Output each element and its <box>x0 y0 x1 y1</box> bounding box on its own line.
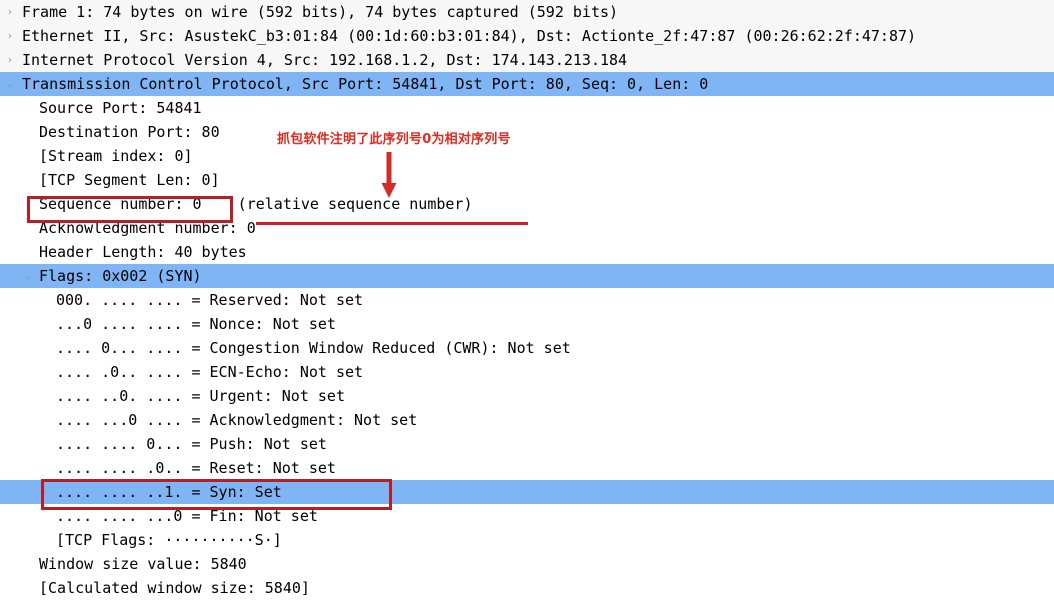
chevron-right-icon[interactable]: › <box>38 480 52 504</box>
tree-row-label-calculated-window-size: [Calculated window size: 5840] <box>39 579 310 597</box>
tree-row-flag-cwr[interactable]: .... 0... .... = Congestion Window Reduc… <box>0 336 1054 360</box>
tree-row-ethernet[interactable]: › Ethernet II, Src: AsustekC_b3:01:84 (00… <box>0 24 1054 48</box>
chevron-right-icon[interactable]: › <box>3 0 17 24</box>
chevron-down-icon[interactable]: ⌄ <box>3 72 17 96</box>
tree-row-label-flag-nonce: ...0 .... .... = Nonce: Not set <box>56 315 336 333</box>
tree-row-label-acknowledgment-number: Acknowledgment number: 0 <box>39 219 256 237</box>
tree-row-label-header-length: Header Length: 40 bytes <box>39 243 247 261</box>
tree-row-label-flag-reserved: 000. .... .... = Reserved: Not set <box>56 291 364 309</box>
tree-row-ipv4[interactable]: › Internet Protocol Version 4, Src: 192.1… <box>0 48 1054 72</box>
tree-row-flag-reserved[interactable]: 000. .... .... = Reserved: Not set <box>0 288 1054 312</box>
tree-row-header-length[interactable]: Header Length: 40 bytes <box>0 240 1054 264</box>
tree-row-label-ipv4: Internet Protocol Version 4, Src: 192.16… <box>22 51 628 69</box>
tree-row-flag-urgent[interactable]: .... ..0. .... = Urgent: Not set <box>0 384 1054 408</box>
tree-row-window-size-value[interactable]: Window size value: 5840 <box>0 552 1054 576</box>
tree-row-label-destination-port: Destination Port: 80 <box>39 123 220 141</box>
chevron-right-icon[interactable]: › <box>3 24 17 48</box>
tree-row-label-source-port: Source Port: 54841 <box>39 99 202 117</box>
tree-row-label-flag-fin: .... .... ...0 = Fin: Not set <box>56 507 318 525</box>
tree-row-label-sequence-number: Sequence number: 0 (relative sequence nu… <box>39 195 473 213</box>
tree-row-label-tcp: Transmission Control Protocol, Src Port:… <box>22 75 709 93</box>
tree-row-frame[interactable]: › Frame 1: 74 bytes on wire (592 bits), 7… <box>0 0 1054 24</box>
tree-row-label-flag-cwr: .... 0... .... = Congestion Window Reduc… <box>56 339 571 357</box>
chevron-right-icon[interactable]: › <box>3 48 17 72</box>
tree-row-acknowledgment-number[interactable]: Acknowledgment number: 0 <box>0 216 1054 240</box>
tree-row-flag-nonce[interactable]: ...0 .... .... = Nonce: Not set <box>0 312 1054 336</box>
tree-row-flag-fin[interactable]: .... .... ...0 = Fin: Not set <box>0 504 1054 528</box>
chevron-down-icon[interactable]: ⌄ <box>20 264 34 288</box>
packet-details-pane[interactable]: › Frame 1: 74 bytes on wire (592 bits), 7… <box>0 0 1054 607</box>
tree-row-label-flag-ecn-echo: .... .0.. .... = ECN-Echo: Not set <box>56 363 364 381</box>
tree-row-label-tcp-flags-summary: [TCP Flags: ··········S·] <box>56 531 282 549</box>
tree-row-calculated-window-size[interactable]: [Calculated window size: 5840] <box>0 576 1054 600</box>
tree-row-tcp-segment-len[interactable]: [TCP Segment Len: 0] <box>0 168 1054 192</box>
tree-row-label-flag-urgent: .... ..0. .... = Urgent: Not set <box>56 387 345 405</box>
tree-row-label-flag-acknowledgment: .... ...0 .... = Acknowledgment: Not set <box>56 411 418 429</box>
tree-row-label-window-size-value: Window size value: 5840 <box>39 555 247 573</box>
tree-row-tcp[interactable]: ⌄ Transmission Control Protocol, Src Port… <box>0 72 1054 96</box>
tree-row-label-stream-index: [Stream index: 0] <box>39 147 193 165</box>
tree-row-source-port[interactable]: Source Port: 54841 <box>0 96 1054 120</box>
tree-row-label-flag-push: .... .... 0... = Push: Not set <box>56 435 327 453</box>
tree-row-destination-port[interactable]: Destination Port: 80 <box>0 120 1054 144</box>
tree-row-flag-acknowledgment[interactable]: .... ...0 .... = Acknowledgment: Not set <box>0 408 1054 432</box>
tree-row-label-flag-reset: .... .... .0.. = Reset: Not set <box>56 459 336 477</box>
tree-row-flag-syn[interactable]: ›.... .... ..1. = Syn: Set <box>0 480 1054 504</box>
tree-row-label-flag-syn: .... .... ..1. = Syn: Set <box>56 483 282 501</box>
tree-row-tcp-flags-summary[interactable]: [TCP Flags: ··········S·] <box>0 528 1054 552</box>
tree-row-label-ethernet: Ethernet II, Src: AsustekC_b3:01:84 (00:… <box>22 27 917 45</box>
tree-row-flags[interactable]: ⌄ Flags: 0x002 (SYN) <box>0 264 1054 288</box>
tree-row-sequence-number[interactable]: Sequence number: 0 (relative sequence nu… <box>0 192 1054 216</box>
tree-row-label-flags: Flags: 0x002 (SYN) <box>39 267 202 285</box>
tree-row-flag-reset[interactable]: .... .... .0.. = Reset: Not set <box>0 456 1054 480</box>
tree-row-label-frame: Frame 1: 74 bytes on wire (592 bits), 74… <box>22 3 619 21</box>
tree-row-flag-push[interactable]: .... .... 0... = Push: Not set <box>0 432 1054 456</box>
tree-row-stream-index[interactable]: [Stream index: 0] <box>0 144 1054 168</box>
packet-tree[interactable]: › Frame 1: 74 bytes on wire (592 bits), 7… <box>0 0 1054 600</box>
tree-row-flag-ecn-echo[interactable]: .... .0.. .... = ECN-Echo: Not set <box>0 360 1054 384</box>
tree-row-label-tcp-segment-len: [TCP Segment Len: 0] <box>39 171 220 189</box>
